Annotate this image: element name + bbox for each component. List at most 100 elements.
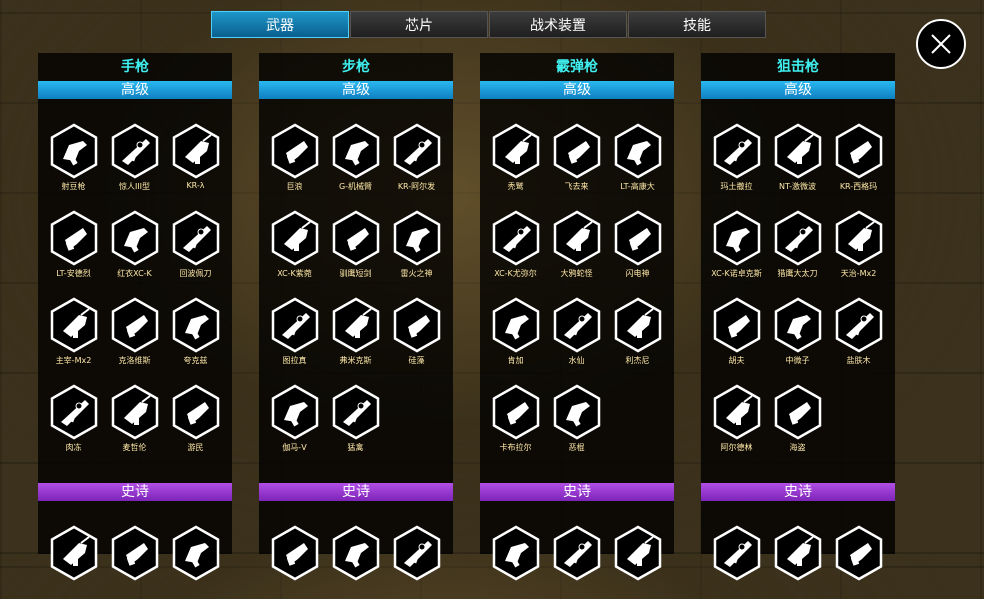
weapon-item[interactable]: 大鸦蛇怪 <box>546 210 607 284</box>
weapon-item[interactable]: 射豆枪 <box>43 123 104 197</box>
weapon-item[interactable]: 天治-Mx2 <box>828 210 889 284</box>
weapon-icon <box>774 525 821 581</box>
weapon-name: 大鸦蛇怪 <box>560 269 593 278</box>
weapon-item[interactable]: 肉冻 <box>43 384 104 458</box>
tab-weapons[interactable]: 武器 <box>211 11 349 38</box>
weapon-item[interactable]: 水仙 <box>546 297 607 371</box>
weapon-name: 雷火之神 <box>400 269 433 278</box>
weapon-item[interactable]: XC-K紫菀 <box>264 210 325 284</box>
weapon-item[interactable] <box>165 525 226 599</box>
weapon-item[interactable]: KR-λ <box>165 123 226 197</box>
weapon-item[interactable]: NT-激微波 <box>767 123 828 197</box>
weapon-name: 飞去来 <box>564 182 589 191</box>
weapon-item[interactable]: 卡布拉尔 <box>485 384 546 458</box>
column-title: 狙击枪 <box>777 59 819 75</box>
weapon-name: XC-K紫菀 <box>277 269 312 278</box>
weapon-item[interactable] <box>546 525 607 599</box>
weapon-icon <box>111 123 158 179</box>
weapon-name: 麦哲伦 <box>122 443 147 452</box>
weapon-item[interactable]: 游民 <box>165 384 226 458</box>
weapon-item[interactable]: 肯加 <box>485 297 546 371</box>
weapon-icon <box>492 123 539 179</box>
weapon-item[interactable]: 巨浪 <box>264 123 325 197</box>
weapon-icon <box>271 297 318 353</box>
weapon-item[interactable] <box>104 525 165 599</box>
weapon-item[interactable]: 利杰尼 <box>607 297 668 371</box>
weapon-name: 主宰-Mx2 <box>55 356 92 365</box>
weapon-item[interactable]: 恶棍 <box>546 384 607 458</box>
weapon-name: 阿尔德林 <box>720 443 753 452</box>
weapon-item[interactable]: 弗米克斯 <box>325 297 386 371</box>
weapon-name: 海盗 <box>789 443 806 452</box>
tier-advanced-header: 高级 <box>38 81 232 99</box>
weapon-icon <box>835 123 882 179</box>
weapon-icon <box>492 210 539 266</box>
weapon-item[interactable] <box>767 525 828 599</box>
weapon-item[interactable] <box>264 525 325 599</box>
weapon-name: 盐肤木 <box>846 356 871 365</box>
weapon-name: LT-安德烈 <box>56 269 91 278</box>
weapon-icon <box>492 525 539 581</box>
weapon-item[interactable]: 驯鹰短剑 <box>325 210 386 284</box>
tab-skills[interactable]: 技能 <box>628 11 766 38</box>
weapon-item[interactable]: 飞去来 <box>546 123 607 197</box>
weapon-item[interactable]: 盐肤木 <box>828 297 889 371</box>
weapon-item[interactable]: 回波佩刀 <box>165 210 226 284</box>
epic-weapon-grid <box>43 525 227 599</box>
weapon-column-rifle: 步枪 高级 巨浪 G-机械臂 KR-阿尔发 XC-K紫菀 驯鹰短剑 雷火之神 图拉真 弗米克斯 硅藻… <box>259 53 453 581</box>
weapon-item[interactable]: 夸克兹 <box>165 297 226 371</box>
weapon-item[interactable] <box>706 525 767 599</box>
weapon-item[interactable]: 胡夫 <box>706 297 767 371</box>
weapon-item[interactable]: 主宰-Mx2 <box>43 297 104 371</box>
weapon-item[interactable] <box>607 525 668 599</box>
weapon-name: XC-K尤弥尔 <box>494 269 537 278</box>
weapon-name: 猛禽 <box>347 443 364 452</box>
weapon-item[interactable]: 闪电神 <box>607 210 668 284</box>
weapon-item[interactable]: 阿尔德林 <box>706 384 767 458</box>
tab-label: 芯片 <box>405 17 433 34</box>
weapon-item[interactable]: LT-高康大 <box>607 123 668 197</box>
advanced-weapon-grid: 玛土撒拉 NT-激微波 KR-西格玛 XC-K诺卓克斯 猎鹰大太刀 天治-Mx2 胡夫 中微子… <box>706 123 890 458</box>
weapon-item[interactable]: 红衣XC-K <box>104 210 165 284</box>
weapon-item[interactable]: 惊人III型 <box>104 123 165 197</box>
weapon-item[interactable]: 海盗 <box>767 384 828 458</box>
weapon-icon <box>332 123 379 179</box>
weapon-name: 胡夫 <box>728 356 745 365</box>
weapon-name: 猎鹰大太刀 <box>777 269 818 278</box>
weapon-item[interactable] <box>485 525 546 599</box>
weapon-icon <box>50 384 97 440</box>
weapon-item[interactable]: 雷火之神 <box>386 210 447 284</box>
weapon-item[interactable] <box>828 525 889 599</box>
weapon-item[interactable]: XC-K尤弥尔 <box>485 210 546 284</box>
tab-tactical-devices[interactable]: 战术装置 <box>489 11 627 38</box>
weapon-item[interactable]: KR-西格玛 <box>828 123 889 197</box>
weapon-item[interactable]: 伽马-V <box>264 384 325 458</box>
weapon-item[interactable]: 猎鹰大太刀 <box>767 210 828 284</box>
column-title: 步枪 <box>342 59 370 75</box>
weapon-item[interactable]: LT-安德烈 <box>43 210 104 284</box>
weapon-item[interactable]: 中微子 <box>767 297 828 371</box>
weapon-item[interactable]: 猛禽 <box>325 384 386 458</box>
tier-epic-header: 史诗 <box>701 483 895 501</box>
weapon-name: 弗米克斯 <box>339 356 372 365</box>
weapon-item[interactable]: 秃鹫 <box>485 123 546 197</box>
weapon-item[interactable]: 克洛维斯 <box>104 297 165 371</box>
weapon-item[interactable]: 麦哲伦 <box>104 384 165 458</box>
weapon-item[interactable]: 玛土撒拉 <box>706 123 767 197</box>
weapon-name: 伽马-V <box>282 443 307 452</box>
weapon-item[interactable]: G-机械臂 <box>325 123 386 197</box>
weapon-icon <box>835 297 882 353</box>
weapon-item[interactable]: KR-阿尔发 <box>386 123 447 197</box>
weapon-icon <box>835 525 882 581</box>
weapon-item[interactable] <box>43 525 104 599</box>
weapon-item[interactable] <box>386 525 447 599</box>
weapon-name: 肉冻 <box>65 443 82 452</box>
weapon-item[interactable]: 硅藻 <box>386 297 447 371</box>
weapon-name: 射豆枪 <box>61 182 86 191</box>
weapon-item[interactable]: 图拉真 <box>264 297 325 371</box>
weapon-item[interactable]: XC-K诺卓克斯 <box>706 210 767 284</box>
weapon-icon <box>393 210 440 266</box>
tab-chips[interactable]: 芯片 <box>350 11 488 38</box>
weapon-item[interactable] <box>325 525 386 599</box>
close-button[interactable] <box>916 19 966 69</box>
